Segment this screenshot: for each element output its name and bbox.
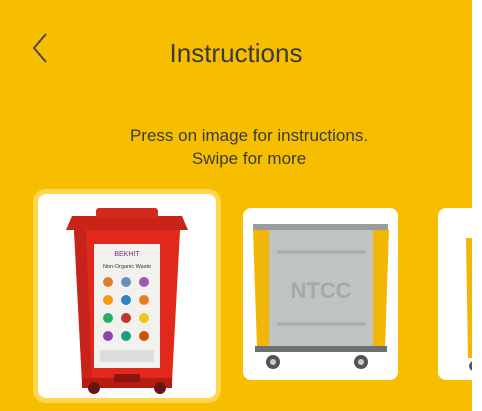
- third-item-image: [466, 238, 472, 371]
- ntcc-cart-image: NTCC: [253, 224, 389, 369]
- carousel-card-ntcc-cart[interactable]: NTCC: [243, 208, 398, 380]
- carousel-card-red-bin[interactable]: BEKHIT Non-Organic Waste: [38, 194, 216, 398]
- instructions-screen: Instructions Press on image for instruct…: [0, 0, 472, 411]
- hint-line-1: Press on image for instructions.: [129, 126, 369, 145]
- hint-line-2: Swipe for more: [191, 149, 307, 168]
- image-carousel[interactable]: BEKHIT Non-Organic Waste NTCC: [0, 186, 472, 411]
- carousel-card-third[interactable]: [438, 208, 472, 380]
- page-title: Instructions: [169, 38, 303, 68]
- instruction-hint: Press on image for instructions. Swipe f…: [0, 124, 472, 170]
- ntcc-label: NTCC: [290, 278, 351, 303]
- bin-label-brand: BEKHIT: [114, 251, 140, 258]
- red-bin-image: BEKHIT Non-Organic Waste: [66, 208, 188, 394]
- bin-label-type: Non-Organic Waste: [103, 264, 151, 270]
